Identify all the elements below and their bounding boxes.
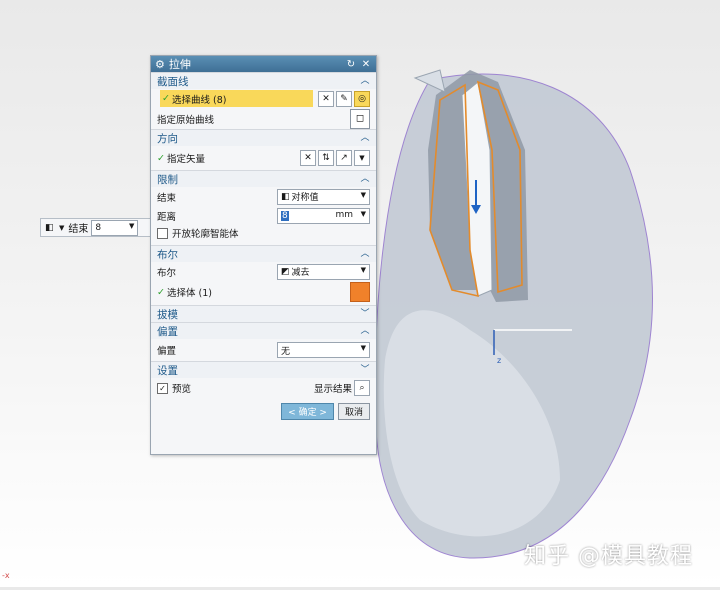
chevron-down-icon[interactable]: ﹀	[360, 309, 370, 319]
cross-icon[interactable]: ✕	[318, 90, 334, 107]
close-icon[interactable]: ✕	[360, 59, 372, 70]
preview-row: ✓ 预览 显示结果 ⌕	[151, 378, 376, 398]
cross-icon[interactable]: ✕	[300, 150, 316, 166]
watermark: 知乎 @模具教程	[524, 544, 693, 569]
distance-row: 距离 8 mm ▼	[151, 206, 376, 225]
show-result-label[interactable]: 显示结果	[314, 381, 352, 395]
dialog-title: 拉伸	[168, 58, 191, 71]
boolean-select[interactable]: ◩ 减去 ▼	[277, 263, 370, 280]
section-curve-header[interactable]: 截面线 ︿	[151, 72, 376, 89]
cube-icon[interactable]: ◧	[45, 223, 59, 233]
onscreen-label: 结束	[68, 224, 89, 235]
dialog-titlebar[interactable]: ⚙ 拉伸 ↻ ✕	[151, 56, 376, 72]
extrude-dialog: ⚙ 拉伸 ↻ ✕ 截面线 ︿ ✓ 选择曲线 (8) ✕ ✎ ◎ 指定原始曲线 ◻…	[150, 55, 377, 455]
chevron-down-icon[interactable]: ﹀	[360, 365, 370, 375]
dropdown-arrow-icon[interactable]: ▼	[59, 224, 64, 232]
chevron-up-icon[interactable]: ︿	[360, 76, 370, 86]
specify-origin-row[interactable]: 指定原始曲线 ◻	[151, 108, 376, 129]
end-row: 结束 ◧ 对称值 ▼	[151, 187, 376, 206]
boolean-header[interactable]: 布尔 ︿	[151, 245, 376, 262]
axis-label: z	[497, 356, 501, 365]
reset-icon[interactable]: ↻	[345, 59, 357, 70]
gear-icon[interactable]: ⚙	[155, 58, 165, 71]
checkmark-icon: ✓	[157, 152, 165, 164]
select-body-row[interactable]: ✓ 选择体 (1)	[151, 281, 376, 303]
preview-checkbox[interactable]: ✓	[157, 382, 168, 394]
boolean-row: 布尔 ◩ 减去 ▼	[151, 262, 376, 281]
draft-header[interactable]: 拔模 ﹀	[151, 305, 376, 322]
footer-buttons: < 确定 > 取消	[151, 398, 376, 424]
open-profile-checkbox[interactable]	[157, 227, 168, 239]
search-icon[interactable]: ⌕	[354, 380, 370, 396]
offset-select[interactable]: 无 ▼	[277, 342, 370, 358]
checkmark-icon: ✓	[162, 93, 170, 104]
chevron-up-icon[interactable]: ︿	[360, 326, 370, 336]
symmetric-icon: ◧	[281, 191, 290, 202]
open-profile-row[interactable]: 开放轮廓智能体	[151, 225, 376, 241]
direction-header[interactable]: 方向 ︿	[151, 129, 376, 146]
edit-icon[interactable]: ✎	[336, 90, 352, 107]
chevron-down-icon[interactable]: ▼	[354, 150, 370, 166]
settings-header[interactable]: 设置 ﹀	[151, 361, 376, 378]
vector-icon[interactable]: ↗	[336, 150, 352, 166]
limits-header[interactable]: 限制 ︿	[151, 170, 376, 187]
onscreen-value-field[interactable]: 8 ▼	[91, 219, 139, 236]
chevron-up-icon[interactable]: ︿	[360, 133, 370, 143]
reverse-direction-icon[interactable]: ⇅	[318, 150, 334, 166]
offset-row: 偏置 无 ▼	[151, 339, 376, 361]
body-icon[interactable]	[350, 282, 370, 302]
select-curve-row[interactable]: ✓ 选择曲线 (8) ✕ ✎ ◎	[151, 89, 376, 108]
chevron-down-icon: ▼	[360, 190, 366, 199]
distance-input[interactable]: 8 mm ▼	[277, 207, 370, 224]
onscreen-input: ◧ ▼ 结束 8 ▼	[40, 218, 160, 237]
specify-vector-row[interactable]: ✓ 指定矢量 ✕ ⇅ ↗ ▼	[151, 146, 376, 170]
ok-button[interactable]: < 确定 >	[281, 402, 334, 420]
chevron-up-icon[interactable]: ︿	[360, 174, 370, 184]
chevron-down-icon: ▼	[360, 344, 366, 352]
curve-icon[interactable]: ◻	[350, 108, 370, 129]
offset-header[interactable]: 偏置 ︿	[151, 322, 376, 339]
chevron-down-icon: ▼	[360, 265, 366, 274]
chevron-up-icon[interactable]: ︿	[360, 249, 370, 259]
subtract-icon: ◩	[281, 266, 290, 277]
end-select[interactable]: ◧ 对称值 ▼	[277, 188, 370, 205]
corner-label: -x	[2, 571, 10, 580]
chevron-down-icon: ▼	[360, 209, 366, 218]
checkmark-icon: ✓	[157, 286, 165, 298]
cancel-button[interactable]: 取消	[337, 402, 370, 420]
sketch-icon[interactable]: ◎	[354, 90, 370, 107]
